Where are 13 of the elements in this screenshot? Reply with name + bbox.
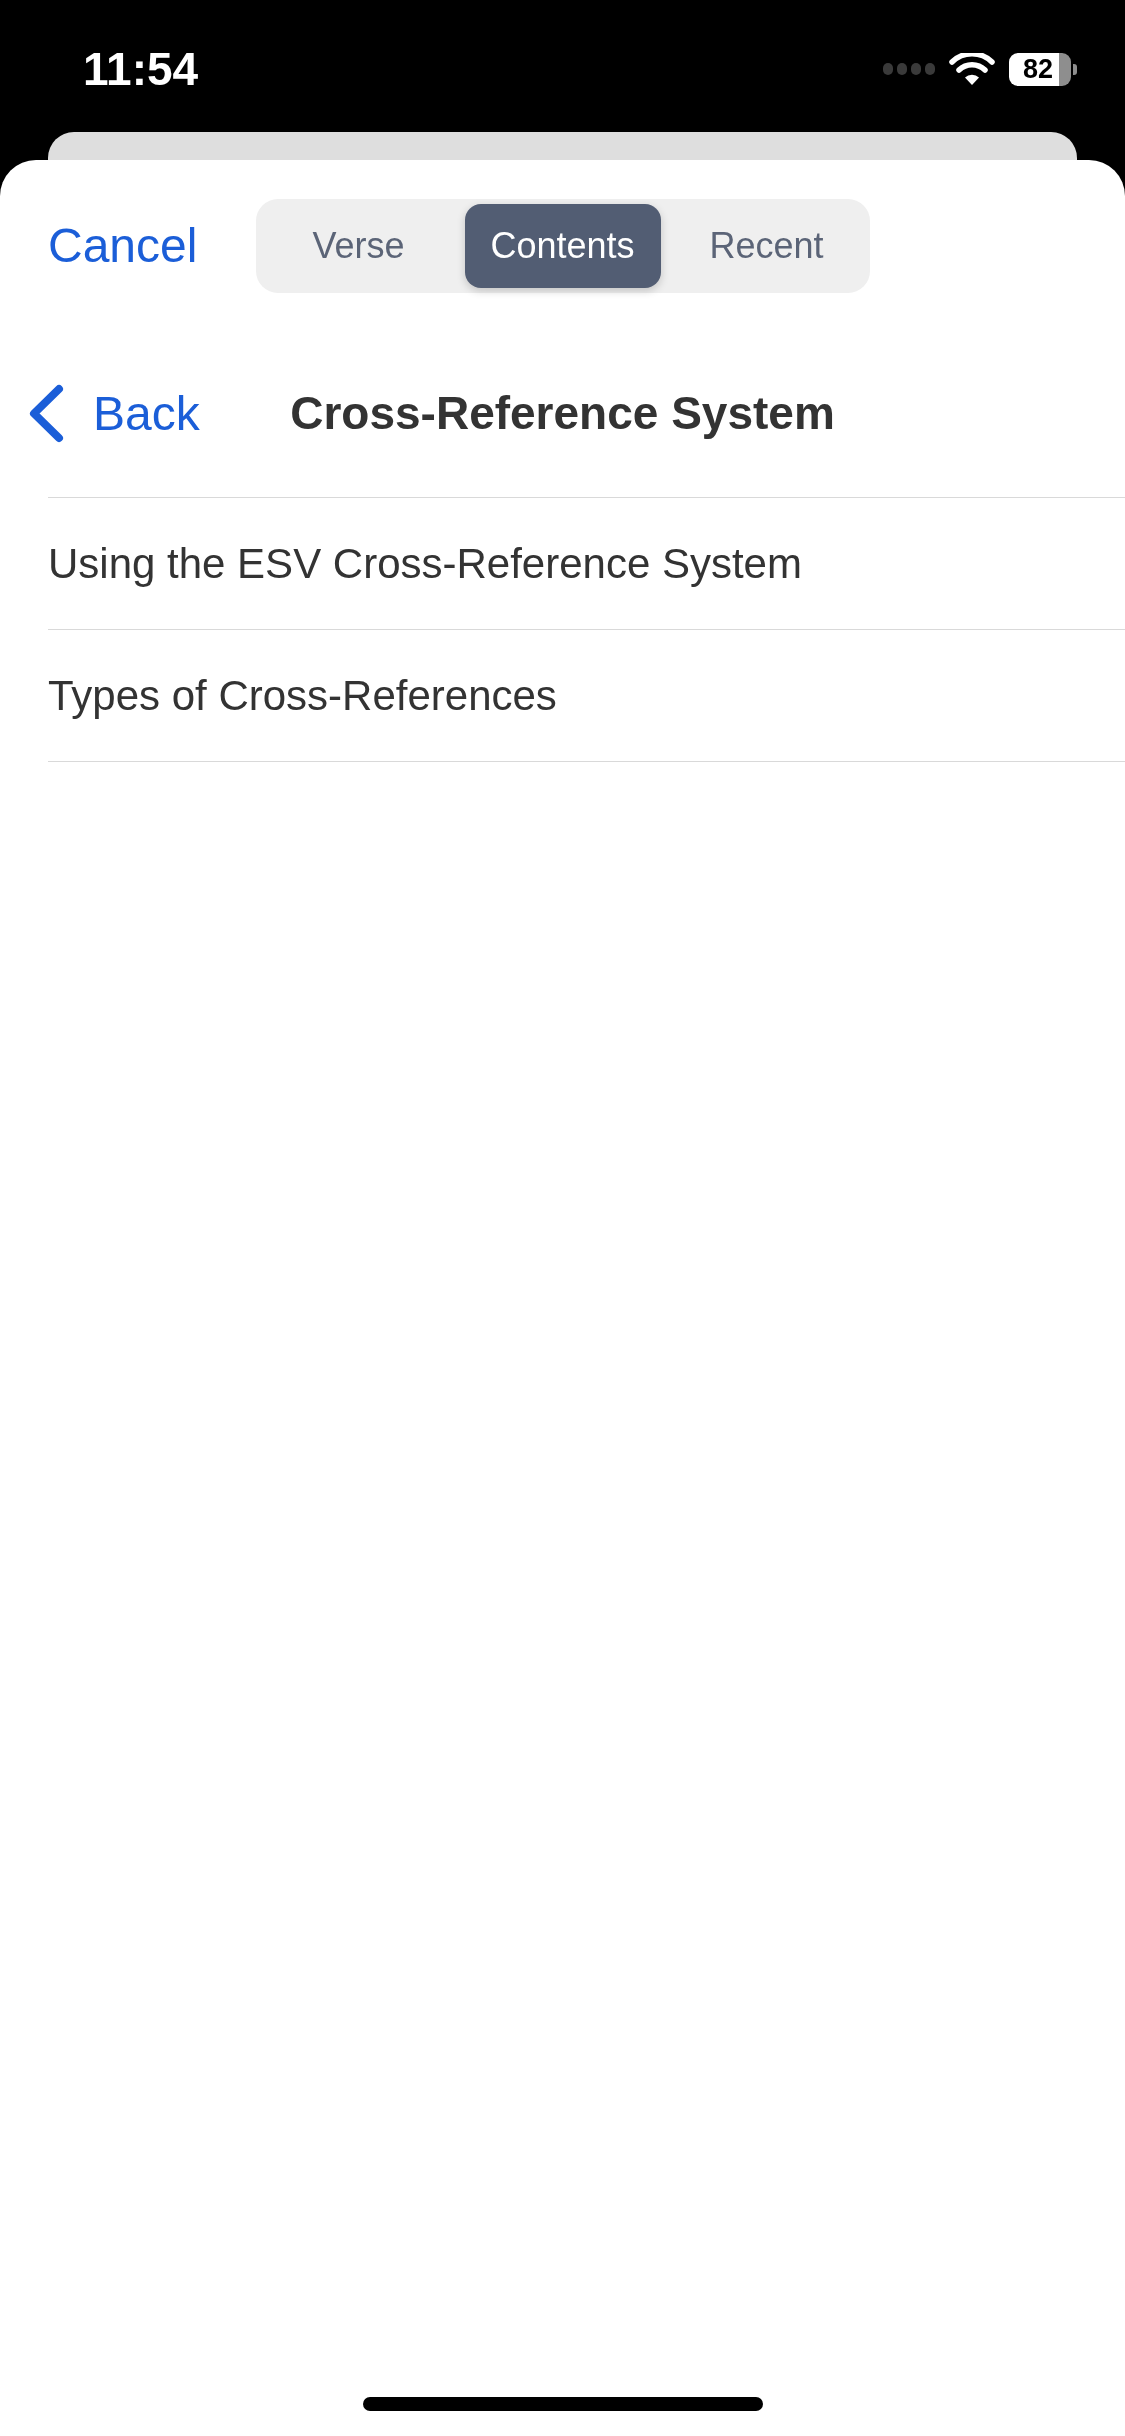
signal-icon	[883, 63, 935, 75]
segment-tab[interactable]: Verse	[260, 204, 457, 288]
nav-title: Cross-Reference System	[290, 385, 835, 441]
status-time: 11:54	[83, 46, 199, 92]
cancel-button[interactable]: Cancel	[48, 217, 198, 275]
list-item[interactable]: Using the ESV Cross-Reference System	[48, 498, 1125, 630]
chevron-left-icon	[28, 384, 64, 443]
segment-tab[interactable]: Contents	[464, 204, 661, 288]
wifi-icon	[949, 53, 995, 85]
list-item[interactable]: Types of Cross-References	[48, 630, 1125, 762]
back-button[interactable]: Back	[28, 384, 200, 443]
segment-tab[interactable]: Recent	[668, 204, 865, 288]
battery-indicator: 82	[1009, 52, 1077, 86]
